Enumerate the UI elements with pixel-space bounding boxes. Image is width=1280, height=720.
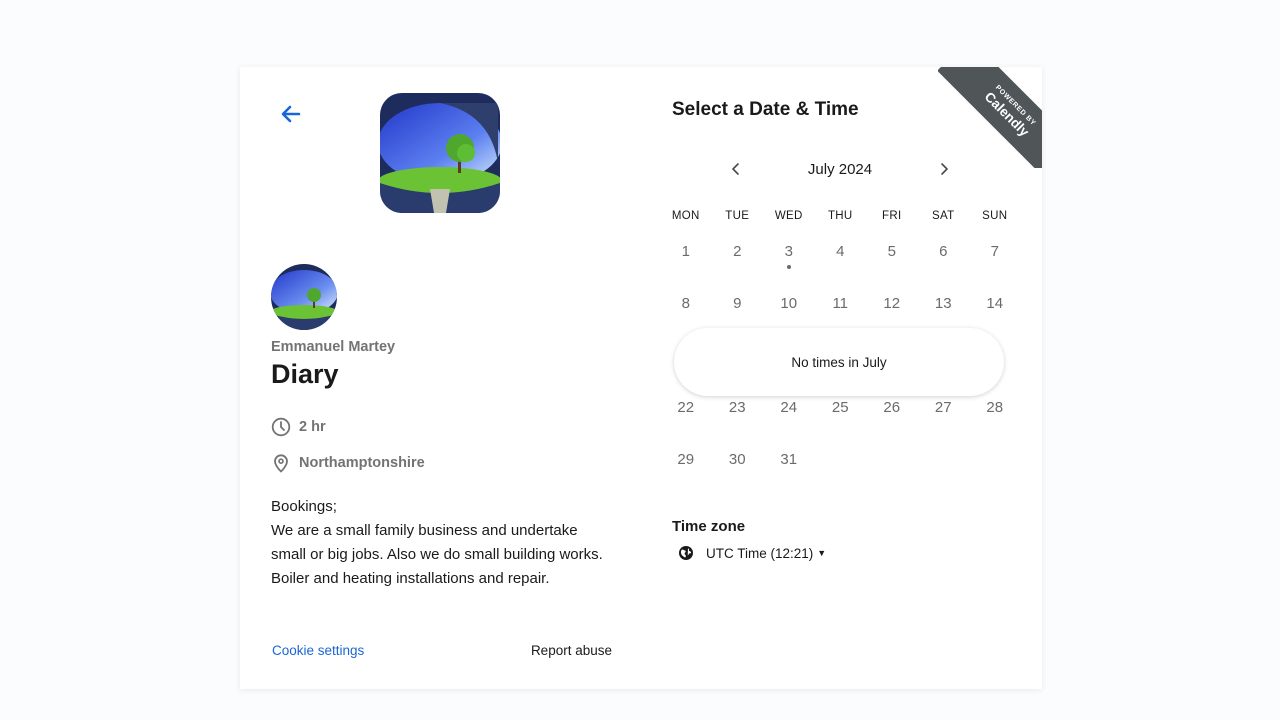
day-number: 22 (677, 399, 695, 416)
clock-icon (271, 417, 291, 437)
description-line: Bookings; (271, 498, 337, 515)
duration-text: 2 hr (299, 419, 326, 435)
map-pin-icon (271, 453, 291, 473)
day-number: 13 (934, 295, 952, 312)
description-line: We are a small family business and under… (271, 522, 603, 563)
calendar-day: 7 (969, 239, 1021, 291)
day-number: 1 (681, 243, 690, 260)
day-number: 25 (831, 399, 849, 416)
calendar-day: 23 (712, 395, 764, 447)
day-number: 12 (883, 295, 901, 312)
calendar-day: 28 (969, 395, 1021, 447)
calendar-day: 29 (660, 447, 712, 499)
event-title: Diary (271, 359, 339, 389)
calendar-day: 1 (660, 239, 712, 291)
calendar-day: 24 (763, 395, 815, 447)
location-text: Northamptonshire (299, 455, 425, 471)
day-number: 27 (934, 399, 952, 416)
calendar-day: 4 (815, 239, 867, 291)
cookie-settings-link[interactable]: Cookie settings (272, 643, 364, 658)
caret-down-icon: ▼ (817, 548, 827, 558)
event-duration: 2 hr (271, 417, 326, 437)
day-number: 9 (733, 295, 742, 312)
calendar-day: 22 (660, 395, 712, 447)
day-number: 11 (832, 295, 849, 312)
day-number: 26 (883, 399, 901, 416)
weekday-label: WED (774, 210, 803, 222)
calendar-day: 25 (815, 395, 867, 447)
weekday-label: TUE (725, 210, 750, 222)
chevron-left-icon (732, 163, 739, 175)
section-title: Select a Date & Time (672, 99, 859, 120)
weekday-header: MON TUE WED THU FRI SAT SUN (660, 203, 1024, 229)
day-number: 29 (677, 451, 695, 468)
timezone-select[interactable]: UTC Time (12:21) ▼ (678, 545, 826, 561)
weekday-label: THU (827, 210, 853, 222)
weekday-label: FRI (882, 210, 902, 222)
ribbon-band: POWERED BY Calendly (938, 67, 1042, 168)
weekday-label: SAT (932, 210, 955, 222)
company-logo (380, 93, 500, 213)
day-number: 3 (784, 243, 793, 260)
description-line: Boiler and heating installations and rep… (271, 570, 550, 587)
arrow-left-icon (281, 105, 301, 123)
day-number: 30 (728, 451, 746, 468)
event-details-panel: Emmanuel Martey Diary 2 hr Northamptonsh… (240, 67, 640, 689)
day-number: 5 (887, 243, 896, 260)
globe-icon (678, 545, 694, 561)
calendar-day: 31 (763, 447, 815, 499)
day-number: 2 (733, 243, 742, 260)
calendar-day: 30 (712, 447, 764, 499)
day-number: 4 (836, 243, 845, 260)
timezone-label: Time zone (672, 518, 746, 535)
day-number: 6 (939, 243, 948, 260)
day-number: 8 (681, 295, 690, 312)
day-number: 7 (990, 243, 999, 260)
calendar-day: 3 (763, 239, 815, 291)
day-number: 23 (728, 399, 746, 416)
previous-month-button[interactable] (722, 155, 750, 183)
today-indicator (786, 265, 791, 269)
organizer-name: Emmanuel Martey (271, 339, 396, 355)
footer-links: Cookie settings Report abuse (272, 643, 612, 658)
calendar-day: 6 (918, 239, 970, 291)
organizer-avatar (271, 264, 337, 330)
day-number: 24 (780, 399, 798, 416)
calendar-day: 26 (866, 395, 918, 447)
calendar-day: 27 (918, 395, 970, 447)
event-location: Northamptonshire (271, 453, 425, 473)
month-label: July 2024 (807, 160, 873, 178)
event-description: Bookings; We are a small family business… (271, 495, 611, 610)
weekday-label: MON (671, 210, 700, 222)
day-number: 31 (780, 451, 798, 468)
booking-card: Emmanuel Martey Diary 2 hr Northamptonsh… (240, 67, 1042, 689)
weekday-label: SUN (982, 210, 1008, 222)
powered-by-calendly-ribbon[interactable]: POWERED BY Calendly (938, 67, 1042, 168)
day-number: 10 (780, 295, 798, 312)
no-times-message: No times in July (674, 328, 1004, 396)
report-abuse-link[interactable]: Report abuse (531, 643, 612, 658)
back-button[interactable] (276, 99, 306, 129)
timezone-value: UTC Time (12:21) (706, 545, 814, 561)
calendar-day: 2 (712, 239, 764, 291)
calendar-day: 5 (866, 239, 918, 291)
day-number: 14 (986, 295, 1004, 312)
day-number: 28 (986, 399, 1004, 416)
